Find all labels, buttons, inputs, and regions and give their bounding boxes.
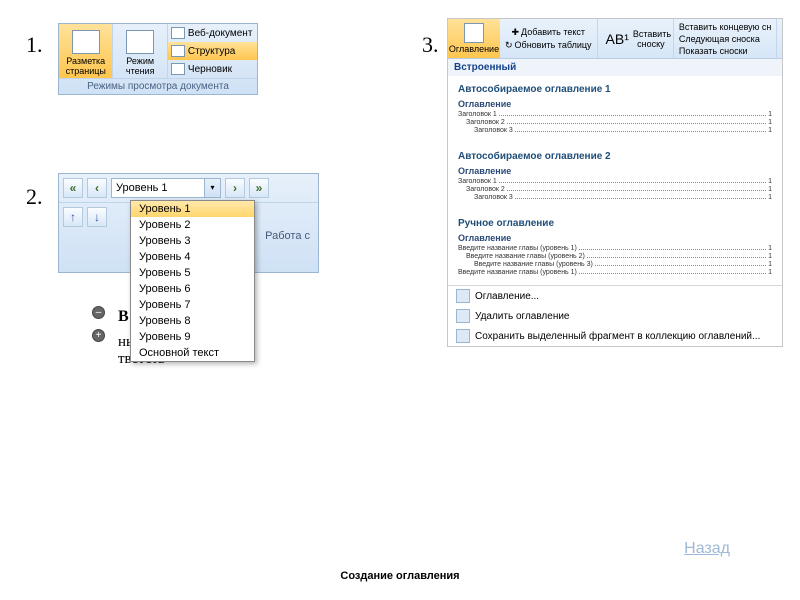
- expand-icon[interactable]: +: [92, 329, 105, 342]
- refresh-icon: ↻: [505, 40, 513, 51]
- level-option[interactable]: Уровень 3: [131, 233, 254, 249]
- page-layout-button[interactable]: Разметка страницы: [59, 24, 113, 78]
- web-layout-label: Веб-документ: [188, 28, 253, 39]
- toc-gallery-item[interactable]: Ручное оглавление Оглавление Введите назва…: [448, 210, 782, 285]
- save-icon: [456, 329, 470, 343]
- show-footnotes-button[interactable]: Показать сноски: [678, 45, 749, 57]
- reading-mode-button[interactable]: Режим чтения: [113, 24, 167, 78]
- gallery-item-title: Автособираемое оглавление 2: [458, 151, 772, 162]
- save-selection-menu-item[interactable]: Сохранить выделенный фрагмент в коллекци…: [448, 326, 782, 346]
- view-modes-panel: Разметка страницы Режим чтения Веб-докум…: [58, 23, 258, 95]
- toc-preview-line: Заголовок 31: [458, 127, 772, 134]
- promote-button[interactable]: ‹: [87, 178, 107, 198]
- level-option[interactable]: Основной текст: [131, 345, 254, 361]
- demote-to-body-button[interactable]: »: [249, 178, 269, 198]
- back-link[interactable]: Назад: [684, 540, 730, 558]
- page-title: Создание оглавления: [0, 570, 800, 582]
- draft-icon: [171, 63, 185, 75]
- outline-level-combo[interactable]: Уровень 1 ▾: [111, 178, 221, 198]
- toc-gallery-panel: Оглавление ✚Добавить текст ↻Обновить таб…: [447, 18, 783, 347]
- step-number-3: 3.: [422, 32, 439, 58]
- ab-footnote-icon[interactable]: AB¹: [602, 31, 633, 47]
- reading-mode-icon: [126, 30, 154, 54]
- chevron-down-icon: ▾: [204, 179, 220, 197]
- page-layout-label: Разметка страницы: [59, 56, 112, 76]
- toc-dialog-menu-item[interactable]: Оглавление...: [448, 286, 782, 306]
- outline-label: Структура: [188, 46, 235, 57]
- level-option[interactable]: Уровень 1: [131, 201, 254, 217]
- toc-preview-line: Заголовок 11: [458, 111, 772, 118]
- toc-preview-line: Введите название главы (уровень 1)1: [458, 245, 772, 252]
- level-option[interactable]: Уровень 9: [131, 329, 254, 345]
- insert-footnote-button[interactable]: Вставить сноску: [633, 29, 669, 49]
- toc-preview-header: Оглавление: [458, 233, 772, 243]
- remove-icon: [456, 309, 470, 323]
- level-option[interactable]: Уровень 7: [131, 297, 254, 313]
- gallery-section-header: Встроенный: [448, 59, 782, 76]
- update-table-button[interactable]: ↻Обновить таблицу: [504, 39, 593, 52]
- toc-gallery-item[interactable]: Автособираемое оглавление 2 Оглавление Заг…: [448, 143, 782, 210]
- toc-preview-line: Введите название главы (уровень 2)1: [458, 253, 772, 260]
- outline-button[interactable]: Структура: [168, 42, 257, 60]
- insert-endnote-button[interactable]: Вставить концевую сн: [678, 21, 773, 33]
- level-option[interactable]: Уровень 5: [131, 265, 254, 281]
- web-layout-icon: [171, 27, 185, 39]
- draft-button[interactable]: Черновик: [168, 60, 257, 78]
- toc-preview-line: Заголовок 31: [458, 194, 772, 201]
- toc-button-label: Оглавление: [449, 44, 499, 54]
- level-option[interactable]: Уровень 2: [131, 217, 254, 233]
- gallery-item-title: Ручное оглавление: [458, 218, 772, 229]
- toc-preview-line: Заголовок 11: [458, 178, 772, 185]
- toc-preview-line: Заголовок 21: [458, 186, 772, 193]
- level-option[interactable]: Уровень 8: [131, 313, 254, 329]
- add-text-button[interactable]: ✚Добавить текст: [511, 26, 587, 39]
- next-footnote-button[interactable]: Следующая сноска: [678, 33, 761, 45]
- move-up-button[interactable]: ↑: [63, 207, 83, 227]
- gallery-item-title: Автособираемое оглавление 1: [458, 84, 772, 95]
- toc-icon: [464, 23, 484, 43]
- page-layout-icon: [72, 30, 100, 54]
- step-number-2: 2.: [26, 184, 43, 210]
- step-number-1: 1.: [26, 32, 43, 58]
- toc-button[interactable]: Оглавление: [448, 19, 500, 58]
- toc-preview-line: Заголовок 21: [458, 119, 772, 126]
- toc-preview-line: Введите название главы (уровень 3)1: [458, 261, 772, 268]
- context-tab-label: Работа с: [265, 230, 310, 242]
- reading-mode-label: Режим чтения: [113, 56, 166, 76]
- toc-preview-line: Введите название главы (уровень 1)1: [458, 269, 772, 276]
- outline-level-dropdown: Уровень 1Уровень 2Уровень 3Уровень 4Уров…: [130, 200, 255, 362]
- toc-gallery-item[interactable]: Автособираемое оглавление 1 Оглавление Заг…: [448, 76, 782, 143]
- move-down-button[interactable]: ↓: [87, 207, 107, 227]
- toc-preview-header: Оглавление: [458, 166, 772, 176]
- plus-icon: ✚: [512, 27, 520, 38]
- web-layout-button[interactable]: Веб-документ: [168, 24, 257, 42]
- outline-icon: [171, 45, 185, 57]
- demote-button[interactable]: ›: [225, 178, 245, 198]
- remove-toc-menu-item[interactable]: Удалить оглавление: [448, 306, 782, 326]
- level-option[interactable]: Уровень 6: [131, 281, 254, 297]
- collapse-icon[interactable]: –: [92, 306, 105, 319]
- level-option[interactable]: Уровень 4: [131, 249, 254, 265]
- toc-preview-header: Оглавление: [458, 99, 772, 109]
- draft-label: Черновик: [188, 64, 232, 75]
- view-modes-group-title: Режимы просмотра документа: [59, 78, 257, 94]
- outline-level-value: Уровень 1: [116, 182, 168, 194]
- promote-to-top-button[interactable]: «: [63, 178, 83, 198]
- toc-small-icon: [456, 289, 470, 303]
